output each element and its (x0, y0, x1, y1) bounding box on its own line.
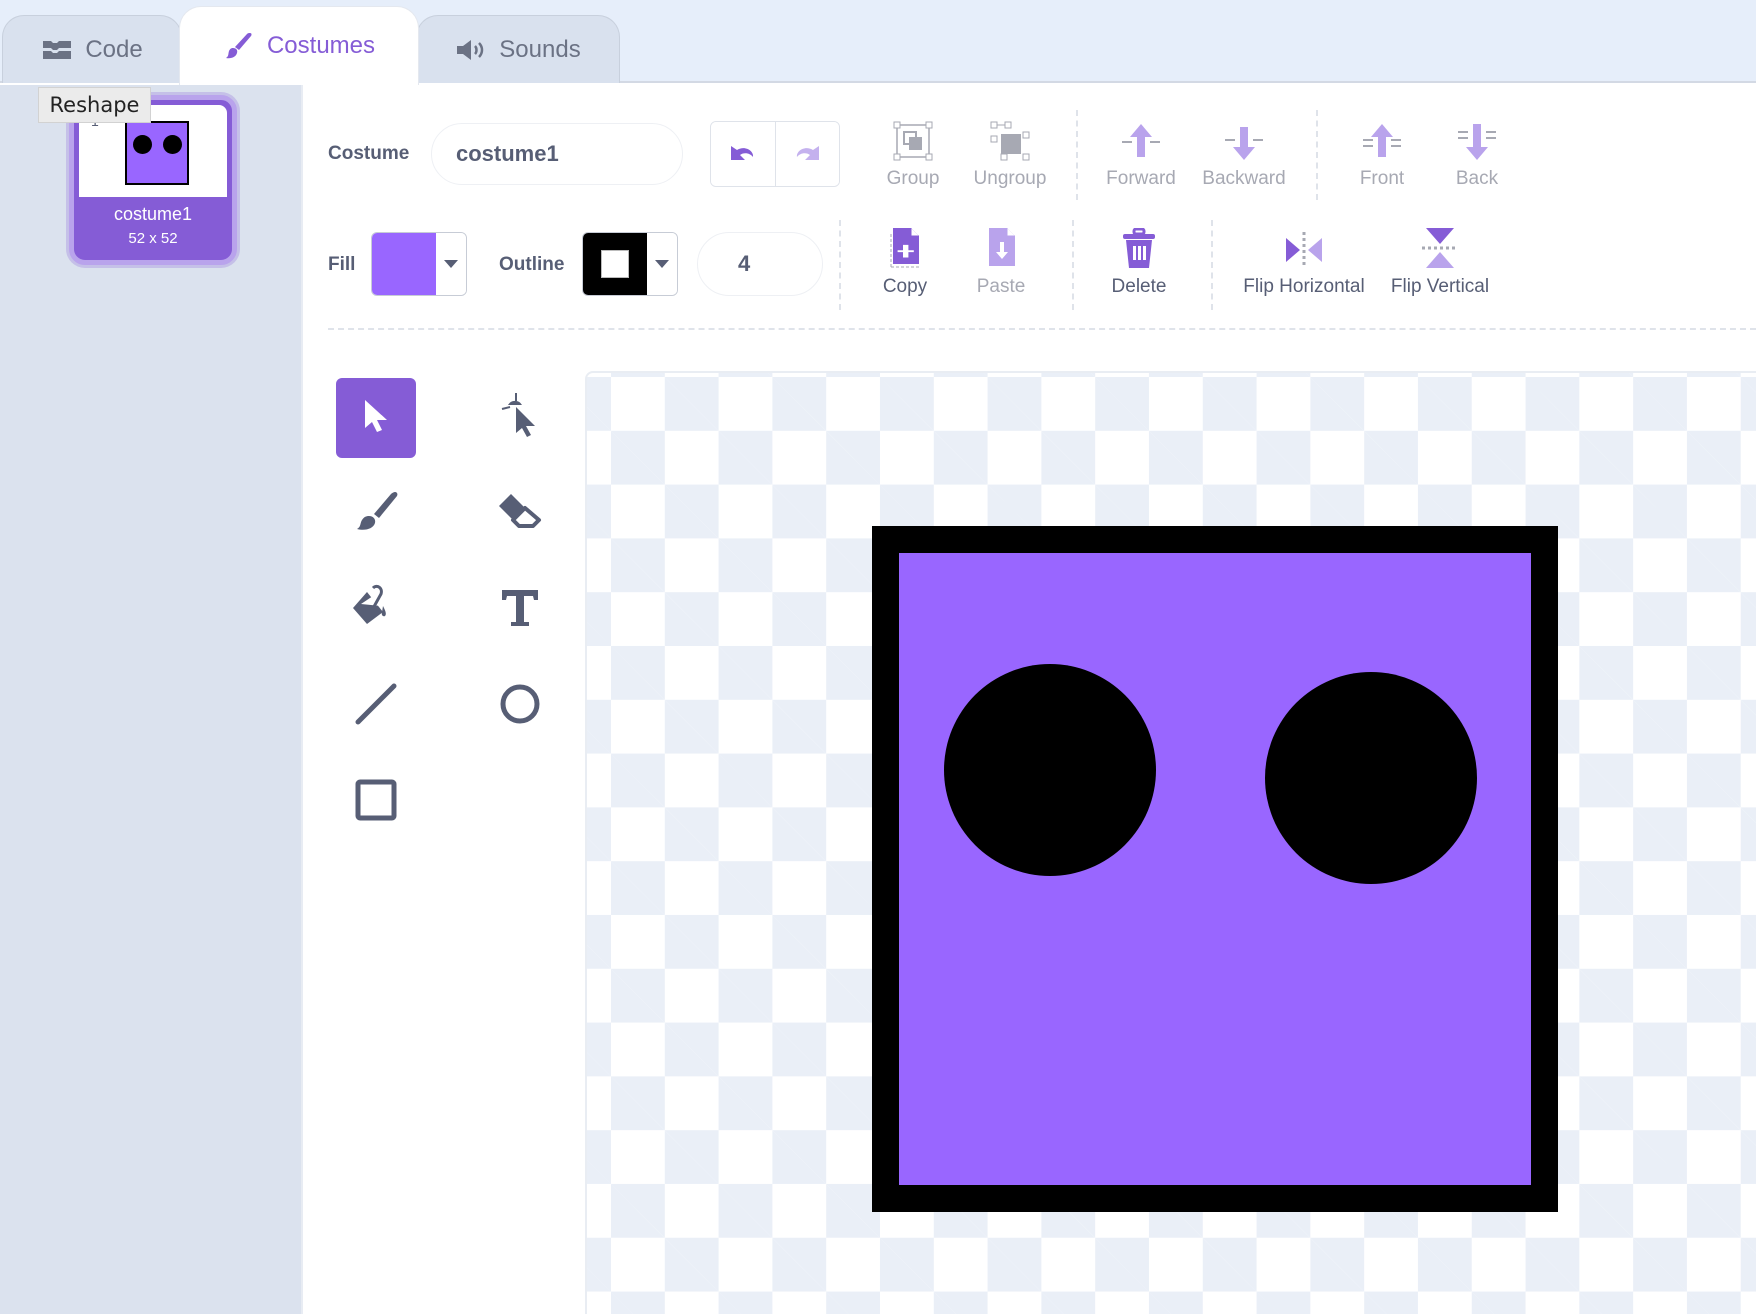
fill-tool[interactable] (336, 570, 416, 650)
forward-button[interactable]: Forward (1086, 118, 1196, 190)
paste-button[interactable]: Paste (946, 226, 1056, 298)
code-blocks-icon (41, 39, 73, 61)
flip-horizontal-label: Flip Horizontal (1243, 276, 1365, 297)
toolbar-divider (1076, 110, 1078, 200)
forward-label: Forward (1106, 168, 1176, 189)
line-tool[interactable] (336, 666, 416, 746)
tab-code[interactable]: Code (2, 15, 182, 83)
outline-color-swatch (583, 233, 647, 295)
ungroup-label: Ungroup (973, 168, 1047, 189)
outline-color-picker[interactable] (582, 232, 678, 296)
redo-icon (791, 142, 823, 167)
chevron-down-icon (647, 233, 677, 295)
costume-shape-left-eye[interactable] (944, 664, 1156, 876)
delete-label: Delete (1111, 276, 1167, 297)
backward-label: Backward (1202, 168, 1286, 189)
group-icon (892, 118, 934, 162)
fill-color-swatch (372, 233, 436, 295)
flip-horizontal-icon (1282, 226, 1326, 270)
toolbar-divider (1072, 220, 1074, 310)
reshape-icon (498, 391, 542, 446)
brush-icon (351, 490, 401, 539)
text-tool[interactable] (480, 570, 560, 650)
chevron-down-icon (436, 233, 466, 295)
toolbar-divider (839, 220, 841, 310)
toolbar-divider (1316, 110, 1318, 200)
brush-tool[interactable] (336, 474, 416, 554)
costume-item-name: costume1 (113, 204, 193, 224)
circle-tool[interactable] (480, 666, 560, 746)
eraser-icon (495, 490, 545, 539)
costume-thumbnail-image (125, 121, 189, 185)
backward-icon (1223, 118, 1265, 162)
speaker-icon (455, 38, 487, 62)
tab-sounds-label: Sounds (499, 35, 581, 63)
circle-icon (498, 682, 542, 731)
backward-button[interactable]: Backward (1189, 118, 1299, 190)
tooltip: Reshape (38, 87, 151, 123)
flip-vertical-button[interactable]: Flip Vertical (1380, 226, 1500, 298)
copy-icon (885, 226, 925, 270)
undo-icon (727, 142, 759, 167)
rectangle-icon (354, 778, 398, 827)
fill-bucket-icon (351, 584, 401, 637)
costume-list-sidebar (0, 85, 303, 1314)
editor-tab-bar: Code Costumes Sounds (0, 0, 1756, 85)
tab-costumes-label: Costumes (266, 32, 376, 59)
line-icon (354, 682, 398, 731)
fill-color-picker[interactable] (371, 232, 467, 296)
forward-icon (1120, 118, 1162, 162)
costume-item-size: 52 x 52 (128, 230, 178, 247)
paint-canvas[interactable] (585, 371, 1756, 1314)
back-icon (1456, 118, 1498, 162)
undo-button[interactable] (711, 122, 775, 186)
paste-label: Paste (976, 276, 1026, 297)
flip-vertical-icon (1420, 226, 1460, 270)
select-arrow-icon (359, 396, 393, 441)
tab-code-label: Code (85, 35, 143, 63)
ungroup-button[interactable]: Ungroup (955, 118, 1065, 190)
back-button[interactable]: Back (1422, 118, 1532, 190)
rectangle-tool[interactable] (336, 762, 416, 842)
costume-shape-rectangle[interactable] (872, 526, 1558, 1212)
toolbar-separator (328, 328, 1756, 330)
undo-redo-group (710, 121, 840, 187)
outline-label: Outline (499, 254, 565, 275)
group-label: Group (886, 168, 940, 189)
fill-label: Fill (328, 254, 356, 275)
paintbrush-icon (223, 30, 255, 62)
front-button[interactable]: Front (1327, 118, 1437, 190)
select-tool[interactable] (336, 378, 416, 458)
text-icon (498, 586, 542, 635)
paste-icon (981, 226, 1021, 270)
flip-vertical-label: Flip Vertical (1390, 276, 1490, 297)
group-button[interactable]: Group (858, 118, 968, 190)
reshape-tool[interactable] (480, 378, 560, 458)
delete-button[interactable]: Delete (1084, 226, 1194, 298)
ungroup-icon (989, 118, 1031, 162)
tab-costumes[interactable]: Costumes (179, 6, 419, 85)
costume-shape-right-eye[interactable] (1265, 672, 1477, 884)
eraser-tool[interactable] (480, 474, 560, 554)
redo-button[interactable] (774, 122, 839, 186)
front-icon (1361, 118, 1403, 162)
costume-name-input[interactable]: costume1 (431, 123, 683, 185)
toolbar-divider (1211, 220, 1213, 310)
flip-horizontal-button[interactable]: Flip Horizontal (1234, 226, 1374, 298)
tab-sounds[interactable]: Sounds (416, 15, 620, 83)
front-label: Front (1359, 168, 1405, 189)
back-label: Back (1455, 168, 1499, 189)
copy-button[interactable]: Copy (850, 226, 960, 298)
trash-icon (1121, 226, 1157, 270)
costume-name-label: Costume (328, 143, 410, 164)
outline-width-input[interactable]: 4 (697, 232, 823, 296)
copy-label: Copy (882, 276, 928, 297)
